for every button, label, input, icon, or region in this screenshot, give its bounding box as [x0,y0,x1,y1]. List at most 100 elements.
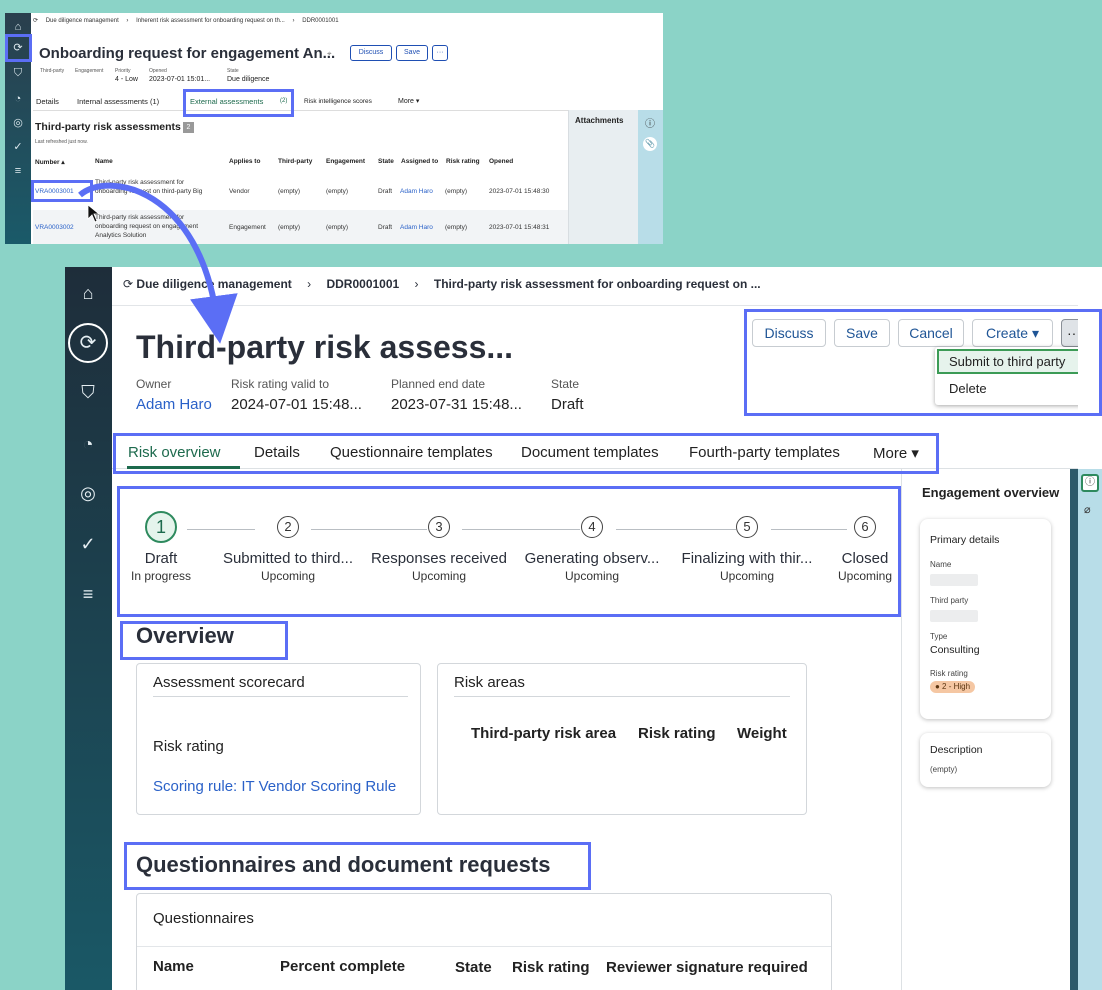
attachments-title: Attachments [575,116,624,125]
highlight-box [31,180,93,202]
card-title: Assessment scorecard [153,674,305,691]
applies-to: Vendor [229,188,250,195]
column-header[interactable]: Third-party [278,158,312,165]
analytics-icon[interactable]: ◔ [75,431,101,457]
column-header[interactable]: Reviewer signature required [606,959,808,976]
highlight-box [120,621,288,660]
breadcrumb-sep: › [126,18,129,24]
column-header[interactable]: Percent complete [280,958,405,975]
meta-label: Third-party [40,68,65,74]
home-icon[interactable]: ⌂ [10,19,26,35]
breadcrumb-item[interactable]: Inherent risk assessment for onboarding … [136,18,285,24]
attachments-panel: Attachments [568,110,638,244]
tag-icon[interactable]: ⌖ [327,49,332,59]
card-title: Description [930,744,983,756]
risk-rating-label: Risk rating [153,738,224,755]
record-number-link[interactable]: VRA0003002 [35,224,74,231]
state: Draft [378,224,393,231]
risk-rating-badge: ● 2 - High [930,681,976,693]
type-value: Consulting [930,644,980,656]
column-header[interactable]: Third-party risk area [471,725,616,742]
meta-label: State [227,68,239,74]
opened: 2023-07-01 15:48:30 [489,188,550,195]
meta-value: 2023-07-31 15:48... [391,396,522,413]
record-name: Analytics Solution [95,232,147,239]
card-title: Risk areas [454,674,525,691]
count-badge: 2 [183,122,194,133]
breadcrumb: ⟳ Due diligence management › DDR0001001 … [123,277,761,291]
sync-icon[interactable]: ⟳ [68,323,108,363]
column-header[interactable]: Weight [737,725,787,742]
panel-scrollbar[interactable] [1070,469,1078,990]
paperclip-icon[interactable]: 📎 [643,137,657,151]
engagement: (empty) [326,224,349,231]
discuss-button[interactable]: Discuss [350,45,392,61]
info-icon[interactable]: ⓘ [645,115,655,130]
small-screenshot: ⌂ ⟳ ⛉ ◔ ◎ ✓ ≡ ⟳ Due diligence management… [5,13,663,244]
meta-value: Draft [551,396,584,413]
panel-title: Engagement overview [922,485,1060,500]
save-button[interactable]: Save [396,45,428,61]
check-circle-icon[interactable]: ✓ [75,531,101,557]
shield-icon[interactable]: ⛉ [10,65,26,81]
column-header[interactable]: Name [95,158,113,165]
column-header[interactable]: Risk rating [446,158,480,165]
assessment-scorecard-card: Assessment scorecard Risk rating Scoring… [136,663,421,815]
network-icon[interactable]: ◎ [75,480,101,506]
column-header[interactable]: Name [153,958,194,975]
column-header[interactable]: Number ▴ [35,158,65,166]
column-header[interactable]: Engagement [326,158,365,165]
column-header[interactable]: Risk rating [638,725,716,742]
more-actions-button[interactable]: ··· [432,45,448,61]
column-header[interactable]: Assigned to [401,158,438,165]
column-header[interactable]: State [455,959,492,976]
third-party: (empty) [278,188,301,195]
meta-value: Due diligence [227,76,270,83]
breadcrumb: ⟳ Due diligence management › Inherent ri… [33,17,345,24]
refresh-icon[interactable]: ⟳ [123,277,133,291]
breadcrumb-item[interactable]: DDR0001001 [326,277,399,291]
card-title: Primary details [930,534,1000,546]
name-label: Name [930,560,952,569]
column-header[interactable]: Applies to [229,158,260,165]
list-icon[interactable]: ≡ [10,163,26,179]
network-icon[interactable]: ◎ [10,115,26,131]
top-tabs: Details Internal assessments (1) Externa… [33,93,568,111]
opened: 2023-07-01 15:48:31 [489,224,550,231]
check-circle-icon[interactable]: ✓ [10,139,26,155]
refresh-icon[interactable]: ⟳ [33,18,38,24]
assigned-to-link[interactable]: Adam Haro [400,188,433,195]
tab-risk-intelligence[interactable]: Risk intelligence scores [304,98,372,105]
scoring-rule-link[interactable]: Scoring rule: IT Vendor Scoring Rule [153,778,396,795]
divider [112,305,1102,306]
section-title: Third-party risk assessments [35,121,181,133]
highlight-box [744,309,1102,416]
shield-icon[interactable]: ⛉ [75,379,101,405]
applies-to: Engagement [229,224,266,231]
breadcrumb-item[interactable]: Due diligence management [136,277,291,291]
risk-areas-card: Risk areas Third-party risk area Risk ra… [437,663,807,815]
breadcrumb-sep: › [307,277,312,291]
info-icon[interactable]: ⓘ [1081,474,1099,492]
record-name: Third-party risk assessment for [95,214,185,221]
tab-more[interactable]: More ▾ [398,97,419,105]
list-icon[interactable]: ≡ [75,581,101,607]
tab-details[interactable]: Details [36,97,59,106]
redacted-value [930,574,978,586]
home-icon[interactable]: ⌂ [75,280,101,306]
owner-link[interactable]: Adam Haro [136,396,212,413]
analytics-icon[interactable]: ◔ [10,91,26,107]
engagement: (empty) [326,188,349,195]
tab-internal-assessments[interactable]: Internal assessments (1) [77,97,159,106]
column-header[interactable]: Opened [489,158,513,165]
assigned-to-link[interactable]: Adam Haro [400,224,433,231]
meta-label: State [551,377,580,391]
breadcrumb-item[interactable]: DDR0001001 [302,18,338,24]
main-nav-rail: ⌂ ⟳ ⛉ ◔ ◎ ✓ ≡ [65,267,112,990]
breadcrumb-item[interactable]: Due diligence management [46,18,119,24]
breadcrumb-item[interactable]: Third-party risk assessment for onboardi… [434,277,761,291]
paperclip-icon[interactable]: ⌀ [1084,503,1091,516]
highlight-box [5,34,32,62]
column-header[interactable]: State [378,158,394,165]
column-header[interactable]: Risk rating [512,959,590,976]
